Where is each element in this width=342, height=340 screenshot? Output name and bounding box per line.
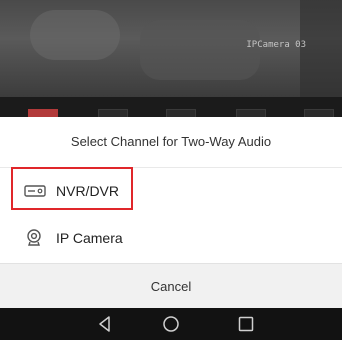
option-ip-camera[interactable]: IP Camera — [0, 215, 342, 261]
sheet-title: Select Channel for Two-Way Audio — [0, 117, 342, 168]
preview-toolbar — [0, 97, 342, 118]
android-nav-bar — [0, 308, 342, 340]
option-label: IP Camera — [56, 230, 123, 246]
recents-icon[interactable] — [237, 315, 255, 333]
preview-shape — [300, 0, 342, 97]
preview-shape — [30, 10, 120, 60]
camera-preview: IPCamera 03 — [0, 0, 342, 97]
cancel-button[interactable]: Cancel — [0, 263, 342, 309]
two-way-audio-sheet: Select Channel for Two-Way Audio NVR/DVR… — [0, 117, 342, 309]
home-icon[interactable] — [162, 315, 180, 333]
selection-highlight — [11, 167, 133, 210]
camera-icon — [27, 229, 41, 246]
camera-osd-label: IPCamera 03 — [246, 40, 306, 50]
back-icon[interactable] — [96, 315, 114, 333]
preview-shape — [140, 20, 260, 80]
